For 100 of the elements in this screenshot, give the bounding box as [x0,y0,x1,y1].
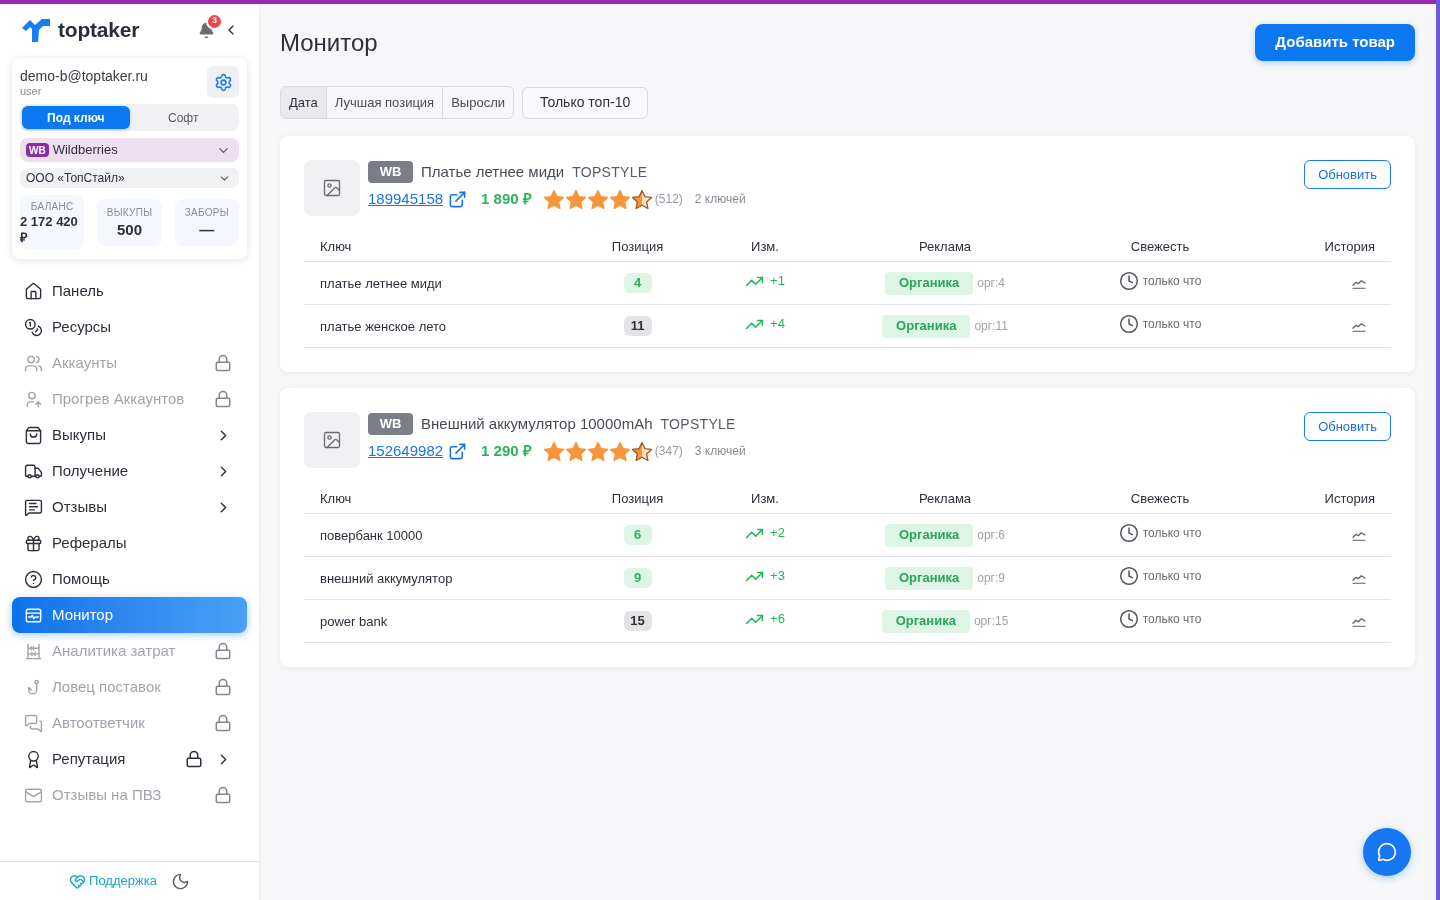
column-header: Ключ [320,238,352,254]
moon-icon[interactable] [170,871,190,891]
freshness-text: только что [1142,273,1202,290]
nav-item[interactable]: Отзывы [12,489,247,525]
logo-icon [22,18,50,42]
clock-icon [1118,523,1139,543]
table-cell: платье летнее миди [320,276,442,291]
ad-type-badge: Органика [882,314,971,338]
table-cell: внешний аккумулятор [320,571,453,586]
column-header: История [1324,238,1375,254]
star-icon [609,189,630,209]
external-link-icon[interactable] [448,441,468,461]
mail-icon [24,785,43,805]
nav-item[interactable]: Помощь [12,561,247,597]
article-link[interactable]: 189945158 [368,187,444,211]
stat-value: 2 172 420 ₽ [20,214,79,246]
nav-item[interactable]: Получение [12,453,247,489]
mode-tab[interactable]: Софт [129,106,237,129]
add-product-button[interactable]: Добавить товар [1255,24,1415,61]
shopping-bag-icon [24,425,43,445]
position-badge: 4 [623,273,652,293]
table-cell: power bank [320,614,388,629]
sort-tab[interactable]: Выросли [442,87,513,118]
image-icon [322,430,342,450]
product-title: Внешний аккумулятор 10000mAh [421,413,653,434]
keys-count: 3 ключей [694,443,746,460]
column-header: Реклама [918,238,972,254]
refresh-button[interactable]: Обновить [1304,160,1391,189]
stat-label: ВЫКУПЫ [106,206,153,220]
position-badge: 9 [623,568,652,588]
nav-item[interactable]: Репутация [12,741,247,777]
marketplace-badge: WB [368,161,413,183]
company-select[interactable]: ООО «ТопСтайл» [20,168,239,188]
marketplace-badge: WB [368,413,413,435]
column-header: Свежесть [1130,238,1190,254]
change-value: +2 [770,524,785,543]
marketplace-badge: WB [26,143,49,157]
ad-position: орг:9 [977,570,1005,587]
stat-label: ЗАБОРЫ [184,206,229,220]
ad-position: орг:6 [977,527,1005,544]
freshness-text: только что [1142,525,1202,542]
stat-value: 500 [116,220,142,240]
brand-name: TOPSTYLE [660,414,736,434]
column-header: Реклама [918,490,972,506]
star-icon [587,189,608,209]
review-count: (512) [654,191,683,208]
clock-icon [1118,609,1139,629]
keys-count: 2 ключей [694,191,746,208]
marketplace-select[interactable]: WB Wildberries [20,138,239,162]
top10-filter-button[interactable]: Только топ-10 [522,86,649,119]
external-link-icon[interactable] [448,189,468,209]
brand-name: TOPSTYLE [572,162,648,182]
clock-icon [1118,314,1139,334]
star-icon [587,441,608,461]
column-header: Изм. [751,238,779,254]
column-header: Свежесть [1130,490,1190,506]
column-header: Позиция [611,490,664,506]
refresh-button[interactable]: Обновить [1304,412,1391,441]
star-icon [565,441,586,461]
sort-tab[interactable]: Лучшая позиция [325,87,443,118]
nav-item[interactable]: Ресурсы [12,309,247,345]
product-price: 1 290 ₽ [481,440,532,461]
table-cell: платье женское лето [320,319,447,334]
image-icon [322,178,342,198]
heart-handshake-icon [69,872,87,890]
nav-item[interactable]: Рефералы [12,525,247,561]
settings-button[interactable] [207,66,239,98]
nav-item[interactable]: Панель [12,273,247,309]
monitor-icon [24,605,43,625]
star-icon [543,441,564,461]
change-value: +1 [770,272,785,291]
star-icon [609,441,630,461]
logo-text: toptaker [58,17,140,44]
stat-value: — [199,220,215,240]
ad-type-badge: Органика [885,566,974,590]
sort-tab[interactable]: Дата [281,87,326,118]
ad-type-badge: Органика [881,609,970,633]
ad-type-badge: Органика [885,523,974,547]
table-cell: повербанк 10000 [320,528,423,543]
review-count: (347) [654,443,683,460]
nav-item[interactable]: Выкупы [12,417,247,453]
clock-icon [1118,271,1139,291]
nav-item[interactable]: Монитор [12,597,247,633]
column-header: Изм. [751,490,779,506]
message-icon [24,497,43,517]
product-title: Платье летнее миди [421,161,565,182]
product-price: 1 890 ₽ [481,188,532,209]
change-value: +6 [770,610,785,629]
change-value: +4 [770,315,785,334]
user-arrow-up-icon [24,389,43,409]
gift-icon [24,533,43,553]
clock-icon [1118,566,1139,586]
notification-badge: 3 [206,12,223,30]
abacus-icon [24,641,43,661]
article-link[interactable]: 152649982 [368,439,444,463]
half-star-icon [631,189,652,209]
column-header: История [1324,490,1375,506]
mode-tab[interactable]: Под ключ [22,106,130,129]
freshness-text: только что [1142,568,1202,585]
star-icon [565,189,586,209]
